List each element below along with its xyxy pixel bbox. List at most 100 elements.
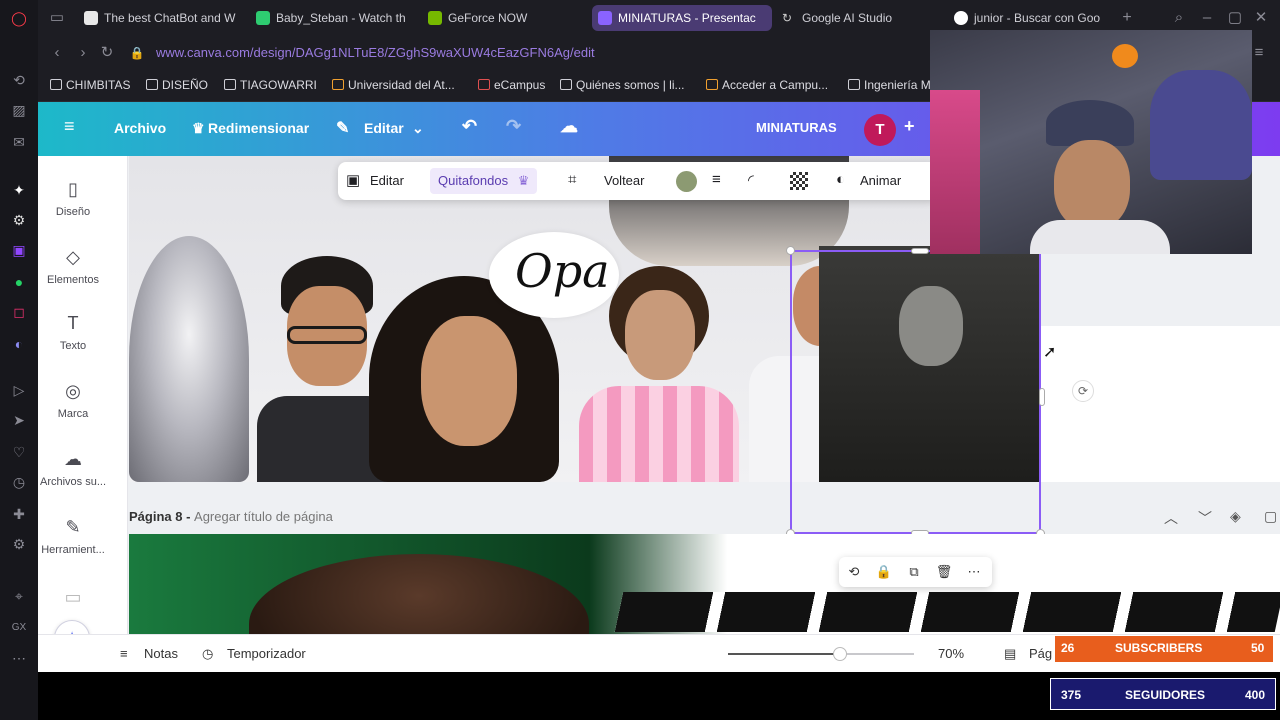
bookmark-chimbitas[interactable]: CHIMBITAS xyxy=(50,78,130,92)
ai-icon[interactable]: ✦ xyxy=(9,180,29,200)
zoom-slider-thumb[interactable] xyxy=(832,647,847,661)
zoom-level[interactable]: 70% xyxy=(938,646,964,661)
redo-icon[interactable]: ↷ xyxy=(506,116,521,137)
footballer-image[interactable] xyxy=(569,266,749,482)
temporizador-button[interactable]: Temporizador xyxy=(227,646,306,661)
sidebar-item-herramientas[interactable]: ✎ Herramient... xyxy=(38,516,108,556)
elements-icon: ◇ xyxy=(66,247,80,267)
hamburger-menu-icon[interactable]: ≡ xyxy=(64,116,75,137)
bookmark-diseno[interactable]: DISEÑO xyxy=(146,78,208,92)
sidebar-item-more[interactable]: ▭ xyxy=(38,586,108,614)
pin-icon[interactable]: ⌖ xyxy=(9,586,29,606)
url-field[interactable]: www.canva.com/design/DAGg1NLTuE8/ZGghS9w… xyxy=(156,45,595,60)
design-title[interactable]: MINIATURAS xyxy=(756,120,837,135)
instagram-icon[interactable]: ◻ xyxy=(9,302,29,322)
gmail-icon[interactable]: ✉ xyxy=(9,132,29,152)
bookmark-campus[interactable]: Acceder a Campu... xyxy=(706,78,828,92)
editar-image-button[interactable]: Editar xyxy=(370,173,404,188)
back-icon[interactable]: ‹ xyxy=(48,44,66,62)
undo-icon[interactable]: ↶ xyxy=(462,116,477,137)
redimensionar-button[interactable]: Redimensionar xyxy=(208,120,309,136)
editar-dropdown[interactable]: Editar xyxy=(364,120,404,136)
heart-icon[interactable]: ♡ xyxy=(9,442,29,462)
extensions-icon[interactable]: ✚ xyxy=(9,504,29,524)
google-favicon-icon xyxy=(954,11,968,25)
quitafondos-button[interactable]: Quitafondos ♛ xyxy=(430,168,538,194)
close-window-icon[interactable]: ✕ xyxy=(1252,9,1270,27)
page8-canvas[interactable] xyxy=(129,534,1280,634)
more-options-icon[interactable]: ⋯ xyxy=(965,564,983,580)
border-style-icon[interactable]: ≡ xyxy=(712,171,721,188)
chevron-down-icon[interactable]: ⌄ xyxy=(412,120,424,137)
cloud-saved-icon[interactable]: ☁ xyxy=(560,116,578,137)
resize-handle[interactable] xyxy=(786,246,795,255)
chatgpt-icon[interactable]: ⚙ xyxy=(9,210,29,230)
notas-button[interactable]: Notas xyxy=(144,646,178,661)
page-up-icon[interactable]: ︿ xyxy=(1164,508,1178,528)
opera-logo-icon[interactable]: ◯ xyxy=(9,8,29,28)
tab-chatbot[interactable]: The best ChatBot and W xyxy=(78,5,238,31)
big-title-shape xyxy=(614,592,1280,632)
workspaces-icon[interactable]: ▭ xyxy=(48,9,66,27)
page-down-icon[interactable]: ﹀ xyxy=(1198,508,1212,528)
hide-page-icon[interactable]: ◈ xyxy=(1230,508,1241,525)
delete-icon[interactable]: 🗑 xyxy=(935,564,953,580)
bookmark-universidad[interactable]: Universidad del At... xyxy=(332,78,455,92)
menu-icon[interactable]: ≡ xyxy=(1250,44,1268,62)
sidebar-item-diseno[interactable]: ▯ Diseño xyxy=(38,178,108,218)
sidebar-item-marca[interactable]: ◎ Marca xyxy=(38,380,108,420)
animar-button[interactable]: Animar xyxy=(860,173,901,188)
tab-miniaturas[interactable]: MINIATURAS - Presentac xyxy=(592,5,772,31)
zoom-slider[interactable] xyxy=(728,647,914,661)
comment-icon[interactable]: ⟲ xyxy=(845,564,863,580)
user-avatar[interactable]: T xyxy=(864,114,896,146)
archivo-menu[interactable]: Archivo xyxy=(114,120,166,136)
silver-cat-image[interactable] xyxy=(129,236,249,482)
duplicate-icon[interactable]: ⧉ xyxy=(905,564,923,580)
bookmark-ingenieria[interactable]: Ingeniería M xyxy=(848,78,931,92)
twitch-icon[interactable]: ▣ xyxy=(9,240,29,260)
tab-google-search[interactable]: junior - Buscar con Goo xyxy=(948,5,1118,31)
tab-ai-studio[interactable]: ↻ Google AI Studio xyxy=(776,5,946,31)
add-people-icon[interactable]: + xyxy=(904,116,915,137)
lock-icon[interactable]: 🔒 xyxy=(875,564,893,580)
maximize-icon[interactable]: ▢ xyxy=(1226,9,1244,27)
corner-rounding-icon[interactable]: ◜ xyxy=(748,171,754,189)
bookmark-ecampus[interactable]: eCampus xyxy=(478,78,545,92)
send-icon[interactable]: ➤ xyxy=(9,410,29,430)
bookmark-tiagowarri[interactable]: TIAGOWARRI xyxy=(224,78,317,92)
notes-icon[interactable]: ▨ xyxy=(9,100,29,120)
search-tabs-icon[interactable]: ⌕ xyxy=(1170,9,1188,27)
bookmark-quienes-somos[interactable]: Quiénes somos | li... xyxy=(560,78,685,92)
reload-icon[interactable]: ↻ xyxy=(98,44,116,62)
subscribers-count: 26 xyxy=(1061,641,1075,655)
minimize-icon[interactable]: – xyxy=(1198,9,1216,27)
resize-handle[interactable] xyxy=(1039,388,1045,406)
transparency-icon[interactable] xyxy=(790,172,808,190)
history-icon[interactable]: ⟲ xyxy=(9,70,29,90)
tab-geforce[interactable]: GeForce NOW xyxy=(422,5,582,31)
page8-title-placeholder[interactable]: Agregar título de página xyxy=(194,509,333,524)
music-icon[interactable]: ▷ xyxy=(9,380,29,400)
clock-icon[interactable]: ◷ xyxy=(9,472,29,492)
sidebar-item-archivos[interactable]: ☁ Archivos su... xyxy=(38,448,108,488)
sidebar-item-texto[interactable]: T Texto xyxy=(38,312,108,352)
rotate-handle-icon[interactable]: ⟳ xyxy=(1072,380,1094,402)
copy-page-icon[interactable]: ▢ xyxy=(1264,508,1277,525)
more-icon[interactable]: ⋯ xyxy=(9,648,29,668)
tab-twitch[interactable]: Baby_Steban - Watch th xyxy=(250,5,410,31)
color-swatch[interactable] xyxy=(676,171,697,192)
discord-icon[interactable]: ◐ xyxy=(9,334,29,354)
animate-icon: ◐ xyxy=(836,171,846,188)
resize-handle[interactable] xyxy=(911,248,929,254)
selection-frame[interactable] xyxy=(786,246,1045,538)
voltear-button[interactable]: Voltear xyxy=(604,173,644,188)
whatsapp-icon[interactable]: ● xyxy=(9,272,29,292)
gx-icon[interactable]: GX xyxy=(9,618,29,638)
new-tab-icon[interactable]: + xyxy=(1118,9,1136,27)
forward-icon[interactable]: › xyxy=(74,44,92,62)
pages-button[interactable]: Pág xyxy=(1029,646,1052,661)
sidebar-item-elementos[interactable]: ◇ Elementos xyxy=(38,246,108,286)
settings-icon[interactable]: ⚙ xyxy=(9,534,29,554)
crop-icon[interactable]: ⌗ xyxy=(568,171,576,188)
